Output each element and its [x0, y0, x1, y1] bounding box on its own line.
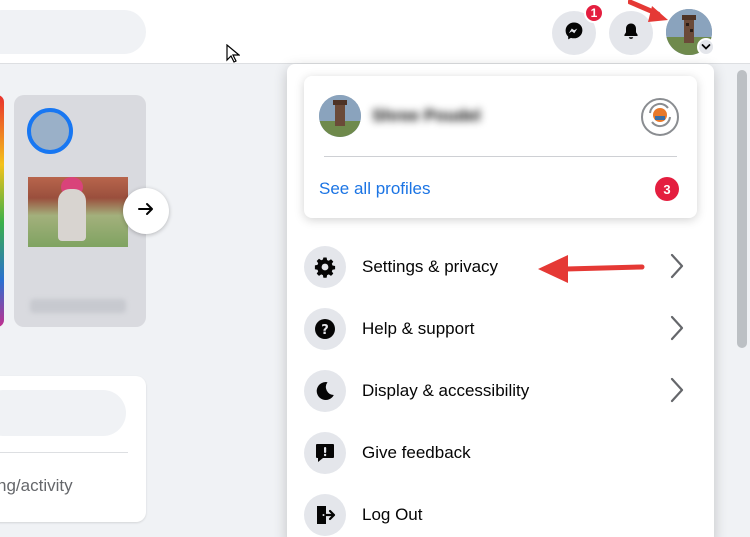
switch-profile-button[interactable]	[641, 98, 679, 136]
search-input[interactable]	[0, 10, 146, 54]
menu-item-label: Display & accessibility	[362, 381, 530, 400]
feedback-icon	[304, 432, 346, 474]
menu-item-label: Log Out	[362, 505, 423, 524]
chevron-right-icon	[670, 253, 684, 284]
stories-next-button[interactable]	[123, 188, 169, 234]
story-photo	[28, 177, 128, 247]
menu-item-help-support[interactable]: ? Help & support	[304, 301, 697, 357]
messenger-icon	[564, 21, 584, 46]
switch-profile-icon	[646, 101, 674, 134]
menu-item-give-feedback[interactable]: Give feedback	[304, 425, 697, 481]
profiles-count-badge: 3	[655, 177, 679, 201]
composer-input[interactable]	[0, 390, 126, 436]
annotation-arrow-left-icon	[536, 251, 648, 292]
story-card-partial[interactable]	[0, 95, 4, 327]
help-icon: ?	[304, 308, 346, 350]
menu-item-label: Give feedback	[362, 443, 471, 462]
profile-card: Shree Poudel See all profiles 3	[304, 76, 697, 218]
profile-name[interactable]: Shree Poudel	[372, 106, 481, 126]
feeling-activity-button[interactable]: eling/activity	[0, 476, 73, 496]
moon-icon	[304, 370, 346, 412]
menu-item-label: Settings & privacy	[362, 257, 499, 276]
chevron-down-icon	[701, 38, 711, 56]
scrollbar-thumb[interactable]	[737, 70, 747, 348]
chevron-right-icon	[670, 315, 684, 346]
svg-text:?: ?	[321, 323, 329, 338]
profile-divider	[324, 156, 677, 157]
profile-avatar[interactable]	[319, 95, 361, 137]
account-menu-chevron[interactable]	[697, 38, 715, 56]
arrow-right-icon	[137, 200, 155, 223]
logout-icon	[304, 494, 346, 536]
see-all-profiles-link[interactable]: See all profiles	[319, 179, 431, 199]
annotation-arrow-icon	[627, 0, 672, 31]
account-menu: Shree Poudel See all profiles 3 Settings…	[287, 64, 714, 537]
mouse-cursor-icon	[226, 43, 241, 69]
menu-item-label: Help & support	[362, 319, 475, 338]
composer-divider	[0, 452, 128, 453]
menu-item-display-accessibility[interactable]: Display & accessibility	[304, 363, 697, 419]
messenger-badge: 1	[584, 3, 604, 23]
story-person-body	[58, 189, 86, 241]
story-avatar	[27, 108, 73, 154]
chevron-right-icon	[670, 377, 684, 408]
menu-item-log-out[interactable]: Log Out	[304, 487, 697, 537]
post-composer-card: eling/activity	[0, 376, 146, 522]
gear-icon	[304, 246, 346, 288]
story-name-blurred	[30, 299, 126, 313]
